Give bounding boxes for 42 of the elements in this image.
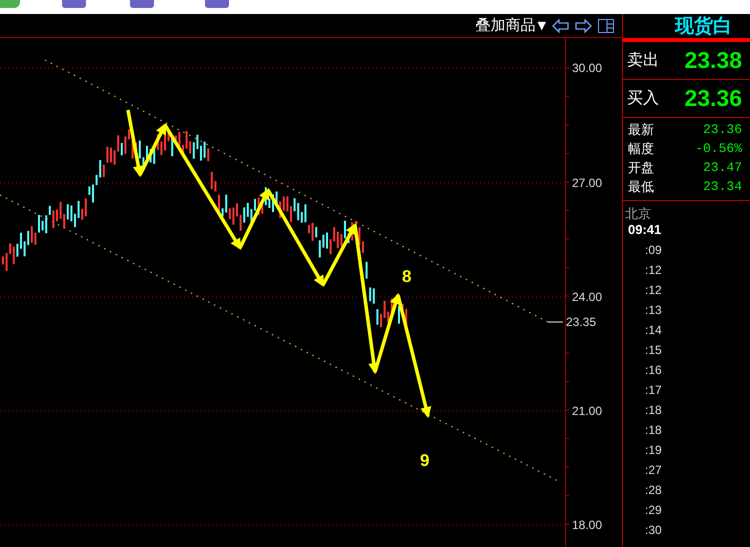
price-axis-label: 30.00 [572,61,602,75]
layout-icon[interactable] [598,18,614,32]
tick-time: :15 [644,342,663,359]
stat-label: 最新 [628,122,654,138]
tick-time: :16 [644,362,663,379]
stat-value: -0.56% [695,141,742,156]
tick-time: :12 [644,262,663,279]
tick-time: :19 [644,442,663,459]
tick-time: :30 [644,522,663,539]
tick-time: :27 [644,462,663,479]
tick-time: :09 [644,242,663,259]
tick-time: :13 [644,302,663,319]
price-axis-label: 21.00 [572,404,602,418]
buy-label: 买入 [627,88,659,109]
right-arrow-icon[interactable] [575,18,592,32]
tick-time: :28 [644,482,663,499]
tick-time: :18 [644,422,663,439]
instrument-title: 现货白 [674,14,733,37]
tick-time: :17 [644,382,663,399]
current-price-label: 23.35 [566,315,596,329]
price-axis-label: 18.00 [572,518,602,532]
time-label: 09:41 [627,222,662,239]
buy-price: 23.36 [684,85,742,112]
tick-time: :18 [644,402,663,419]
stat-value: 23.47 [702,160,742,175]
stat-label: 开盘 [628,160,654,176]
city-label: 北京 [624,206,652,222]
price-axis-label: 27.00 [572,176,602,190]
stat-value: 23.34 [702,179,742,194]
stat-label: 幅度 [628,140,654,158]
tick-time: :12 [644,282,663,299]
stat-label: 最低 [628,178,654,196]
wave-label: 8 [402,267,412,286]
wave-label: 9 [420,451,430,470]
price-axis-label: 24.00 [572,290,602,304]
left-arrow-icon[interactable] [552,18,569,32]
overlay-menu[interactable]: 叠加商品▼ [476,16,546,35]
stat-value: 23.36 [702,122,742,137]
tick-time: :29 [644,502,663,519]
tick-time: :14 [644,322,663,339]
sell-price: 23.38 [684,47,742,74]
sell-label: 卖出 [627,50,659,71]
